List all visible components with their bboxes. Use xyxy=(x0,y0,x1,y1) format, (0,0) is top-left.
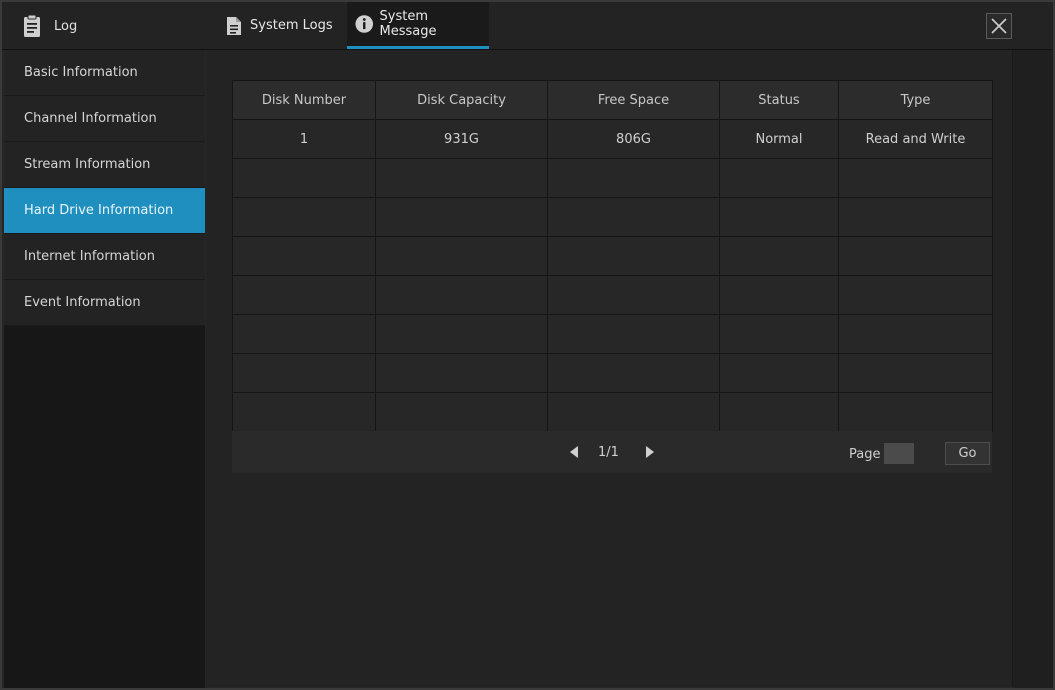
info-icon xyxy=(355,15,374,33)
column-header-type: Type xyxy=(838,80,993,120)
go-button[interactable]: Go xyxy=(945,442,990,465)
cell-free-space xyxy=(547,158,720,198)
cell-type xyxy=(838,158,993,198)
cell-disk-number xyxy=(232,314,376,354)
table-header-row: Disk Number Disk Capacity Free Space Sta… xyxy=(232,80,993,120)
cell-status xyxy=(719,275,839,315)
prev-page-icon[interactable] xyxy=(568,445,580,459)
tab-system-message[interactable]: System Message xyxy=(347,2,489,49)
tab-system-logs[interactable]: System Logs xyxy=(216,2,346,49)
column-header-disk-number: Disk Number xyxy=(232,80,376,120)
sidebar: Basic Information Channel Information St… xyxy=(4,50,205,688)
cell-type xyxy=(838,236,993,276)
cell-disk-capacity xyxy=(375,353,548,393)
close-button[interactable] xyxy=(986,13,1012,39)
table-row xyxy=(232,314,993,354)
cell-disk-number xyxy=(232,353,376,393)
cell-free-space: 806G xyxy=(547,119,720,159)
cell-disk-capacity: 931G xyxy=(375,119,548,159)
sidebar-item-internet-information[interactable]: Internet Information xyxy=(4,234,205,280)
hard-drive-table-container: Disk Number Disk Capacity Free Space Sta… xyxy=(232,80,993,474)
cell-free-space xyxy=(547,197,720,237)
cell-disk-capacity xyxy=(375,236,548,276)
document-icon xyxy=(227,16,241,35)
cell-free-space xyxy=(547,275,720,315)
cell-type xyxy=(838,392,993,432)
cell-status: Normal xyxy=(719,119,839,159)
table-row xyxy=(232,275,993,315)
table-row xyxy=(232,353,993,393)
sidebar-item-hard-drive-information[interactable]: Hard Drive Information xyxy=(4,188,205,234)
cell-disk-number xyxy=(232,158,376,198)
cell-disk-capacity xyxy=(375,314,548,354)
table-row xyxy=(232,197,993,237)
top-bar: Log System Logs System Message xyxy=(2,2,1053,50)
table-row xyxy=(232,392,993,432)
cell-status xyxy=(719,353,839,393)
cell-free-space xyxy=(547,392,720,432)
table-row xyxy=(232,158,993,198)
cell-type xyxy=(838,353,993,393)
cell-disk-number: 1 xyxy=(232,119,376,159)
cell-disk-number xyxy=(232,275,376,315)
sidebar-item-event-information[interactable]: Event Information xyxy=(4,280,205,326)
cell-status xyxy=(719,197,839,237)
cell-disk-number xyxy=(232,392,376,432)
cell-type xyxy=(838,275,993,315)
cell-disk-capacity xyxy=(375,392,548,432)
cell-type: Read and Write xyxy=(838,119,993,159)
tab-system-logs-label: System Logs xyxy=(250,18,333,33)
page-number-input[interactable] xyxy=(884,443,914,464)
table-row xyxy=(232,236,993,276)
clipboard-icon xyxy=(24,14,40,37)
cell-disk-capacity xyxy=(375,158,548,198)
cell-free-space xyxy=(547,314,720,354)
table-row[interactable]: 1 931G 806G Normal Read and Write xyxy=(232,119,993,159)
hard-drive-table: Disk Number Disk Capacity Free Space Sta… xyxy=(232,80,993,432)
cell-status xyxy=(719,314,839,354)
page-indicator: 1/1 xyxy=(598,445,619,460)
sidebar-item-basic-information[interactable]: Basic Information xyxy=(4,50,205,96)
column-header-free-space: Free Space xyxy=(547,80,720,120)
cell-disk-number xyxy=(232,197,376,237)
sidebar-item-stream-information[interactable]: Stream Information xyxy=(4,142,205,188)
cell-free-space xyxy=(547,353,720,393)
cell-type xyxy=(838,197,993,237)
cell-status xyxy=(719,392,839,432)
cell-disk-capacity xyxy=(375,197,548,237)
cell-disk-capacity xyxy=(375,275,548,315)
close-icon xyxy=(991,18,1007,34)
window-title-label: Log xyxy=(54,18,78,34)
sidebar-item-channel-information[interactable]: Channel Information xyxy=(4,96,205,142)
next-page-icon[interactable] xyxy=(644,445,656,459)
cell-type xyxy=(838,314,993,354)
column-header-status: Status xyxy=(719,80,839,120)
cell-disk-number xyxy=(232,236,376,276)
cell-status xyxy=(719,158,839,198)
column-header-disk-capacity: Disk Capacity xyxy=(375,80,548,120)
page-label: Page xyxy=(849,447,881,462)
log-window: Log System Logs System Message Basic Inf… xyxy=(0,0,1055,690)
tab-system-message-label: System Message xyxy=(379,9,437,39)
pagination-bar: 1/1 Page Go xyxy=(232,431,992,473)
main-content: Disk Number Disk Capacity Free Space Sta… xyxy=(206,50,1013,687)
cell-free-space xyxy=(547,236,720,276)
right-margin xyxy=(1013,50,1053,688)
window-title: Log xyxy=(22,12,77,40)
cell-status xyxy=(719,236,839,276)
